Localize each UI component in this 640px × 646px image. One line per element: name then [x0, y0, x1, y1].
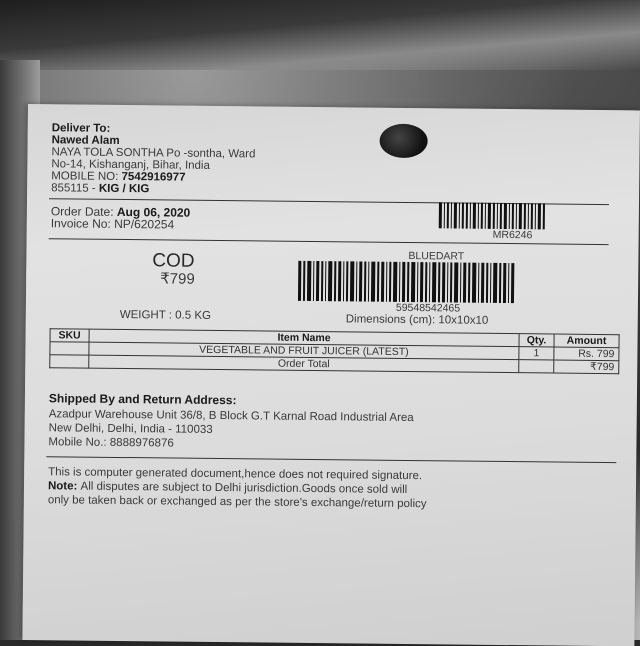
return-address-heading: Shipped By and Return Address: — [48, 391, 237, 408]
item-amount: Rs. 799 — [553, 347, 619, 361]
payment-mode: COD — [152, 250, 195, 272]
pin-code-value: KIG / KIG — [98, 182, 150, 196]
column-header-amount: Amount — [553, 334, 620, 348]
pin-prefix: 855115 - — [51, 182, 99, 195]
shipping-label: Deliver To: Nawed Alam NAYA TOLA SONTHA … — [22, 104, 640, 646]
pin-code: 855115 - KIG / KIG — [51, 182, 149, 196]
punch-hole — [379, 123, 428, 159]
note-label: Note: — [47, 480, 81, 493]
return-address-line-2: New Delhi, Delhi, India - 110033 — [48, 422, 213, 436]
mobile-number: 7542916977 — [121, 170, 186, 184]
column-header-sku: SKU — [50, 328, 90, 343]
package-dimensions: Dimensions (cm): 10x10x10 — [345, 313, 489, 327]
column-header-qty: Qty. — [518, 333, 555, 348]
cod-amount: ₹799 — [160, 270, 195, 288]
order-total-value: ₹799 — [553, 360, 619, 374]
awb-barcode — [297, 260, 588, 304]
package-weight: WEIGHT : 0.5 KG — [119, 308, 212, 322]
invoice-value: NP/620254 — [114, 216, 175, 232]
item-qty: 1 — [518, 346, 554, 361]
order-barcode-text: MR6246 — [492, 228, 533, 242]
mobile-label: MOBILE NO: — [51, 170, 122, 183]
return-mobile: Mobile No.: 8888976876 — [48, 436, 174, 450]
order-barcode — [438, 202, 579, 230]
item-sku — [49, 341, 90, 356]
bag-fold-top — [0, 0, 640, 70]
note-text: All disputes are subject to Delhi jurisd… — [80, 480, 408, 496]
invoice-label: Invoice No: — [50, 216, 115, 231]
divider — [46, 456, 617, 464]
invoice-number: Invoice No: NP/620254 — [50, 216, 175, 232]
footer-policy: only be taken back or exchanged as per t… — [47, 494, 427, 511]
items-table: SKU Item Name Qty. Amount VEGETABLE AND … — [49, 328, 620, 374]
